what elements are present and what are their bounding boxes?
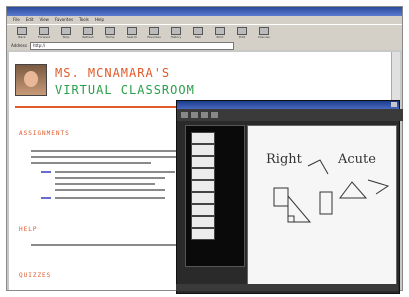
address-label: Address	[11, 43, 27, 48]
discuss-label: Discuss	[258, 35, 270, 39]
history-button[interactable]: History	[167, 27, 185, 39]
menu-help[interactable]: Help	[95, 16, 104, 24]
menu-favorites[interactable]: Favorites	[55, 16, 73, 24]
forward-label: Forward	[37, 35, 51, 39]
slide-thumbnail[interactable]	[191, 144, 215, 156]
home-icon	[105, 27, 115, 35]
slide-list	[185, 125, 245, 267]
print-button[interactable]: Print	[211, 27, 229, 39]
body-text-line	[55, 183, 155, 185]
body-text-line	[31, 150, 181, 152]
section-assignments-heading: ASSIGNMENTS	[19, 130, 70, 137]
refresh-icon	[83, 27, 93, 35]
whiteboard-title-bar	[177, 101, 399, 109]
slide-thumbnail[interactable]	[191, 132, 215, 144]
pen-icon[interactable]	[181, 112, 188, 118]
slide-thumbnail[interactable]	[191, 204, 215, 216]
address-bar: Address http://	[7, 41, 402, 50]
mail-icon	[193, 27, 203, 35]
back-button[interactable]: Back	[13, 27, 31, 39]
toolbar: Back Forward Stop Refresh Home Search Fa…	[7, 24, 402, 42]
slide-thumbnail[interactable]	[191, 180, 215, 192]
whiteboard-window: Right Acute	[176, 100, 403, 294]
favorites-button[interactable]: Favorites	[145, 27, 163, 39]
slide-thumbnail[interactable]	[191, 216, 215, 228]
edit-icon	[237, 27, 247, 35]
refresh-button[interactable]: Refresh	[79, 27, 97, 39]
search-icon	[127, 27, 137, 35]
page-title-line2: VIRTUAL CLASSROOM	[55, 83, 195, 97]
mail-label: Mail	[194, 35, 202, 39]
refresh-label: Refresh	[82, 35, 94, 39]
whiteboard-canvas[interactable]: Right Acute	[247, 125, 397, 287]
teacher-photo	[15, 64, 47, 96]
search-button[interactable]: Search	[123, 27, 141, 39]
handwriting-drawing	[273, 159, 390, 223]
history-icon	[171, 27, 181, 35]
title-bar	[7, 7, 402, 16]
section-quizzes-heading: QUIZZES	[19, 272, 52, 279]
forward-button[interactable]: Forward	[35, 27, 53, 39]
menu-view[interactable]: View	[39, 16, 49, 24]
slide-thumbnail[interactable]	[191, 192, 215, 204]
assignment-link[interactable]	[41, 171, 51, 173]
body-text-line	[31, 244, 181, 246]
forward-icon	[39, 27, 49, 35]
page-title-line1: MS. MCNAMARA'S	[55, 66, 171, 80]
home-button[interactable]: Home	[101, 27, 119, 39]
history-label: History	[170, 35, 182, 39]
body-text-line	[55, 177, 165, 179]
back-icon	[17, 27, 27, 35]
close-icon[interactable]	[391, 102, 397, 107]
slide-thumbnail[interactable]	[191, 168, 215, 180]
menu-bar: File Edit View Favorites Tools Help	[7, 16, 402, 24]
section-help-heading: HELP	[19, 226, 38, 233]
stop-button[interactable]: Stop	[57, 27, 75, 39]
favorites-label: Favorites	[147, 35, 161, 39]
body-text-line	[31, 156, 181, 158]
print-icon	[215, 27, 225, 35]
text-icon[interactable]	[211, 112, 218, 118]
search-label: Search	[126, 35, 138, 39]
menu-file[interactable]: File	[13, 16, 20, 24]
menu-tools[interactable]: Tools	[79, 16, 89, 24]
body-text-line	[55, 197, 165, 199]
back-label: Back	[18, 35, 26, 39]
favorites-icon	[149, 27, 159, 35]
slide-thumbnail[interactable]	[191, 228, 215, 240]
stop-label: Stop	[62, 35, 70, 39]
whiteboard-toolbar	[177, 109, 403, 121]
handwriting-right: Right	[266, 152, 302, 167]
stop-icon	[61, 27, 71, 35]
home-label: Home	[105, 35, 115, 39]
assignment-link[interactable]	[41, 197, 51, 199]
body-text-line	[55, 171, 175, 173]
mail-button[interactable]: Mail	[189, 27, 207, 39]
shape-icon[interactable]	[201, 112, 208, 118]
discuss-icon	[259, 27, 269, 35]
edit-button[interactable]: Edit	[233, 27, 251, 39]
print-label: Print	[216, 35, 224, 39]
eraser-icon[interactable]	[191, 112, 198, 118]
edit-label: Edit	[239, 35, 245, 39]
address-input[interactable]: http://	[29, 41, 234, 50]
body-text-line	[31, 162, 151, 164]
menu-edit[interactable]: Edit	[26, 16, 34, 24]
discuss-button[interactable]: Discuss	[255, 27, 273, 39]
handwriting-acute: Acute	[338, 152, 376, 167]
body-text-line	[55, 189, 165, 191]
whiteboard-statusbar	[176, 284, 398, 291]
face-shape	[24, 71, 38, 87]
slide-thumbnail[interactable]	[191, 156, 215, 168]
